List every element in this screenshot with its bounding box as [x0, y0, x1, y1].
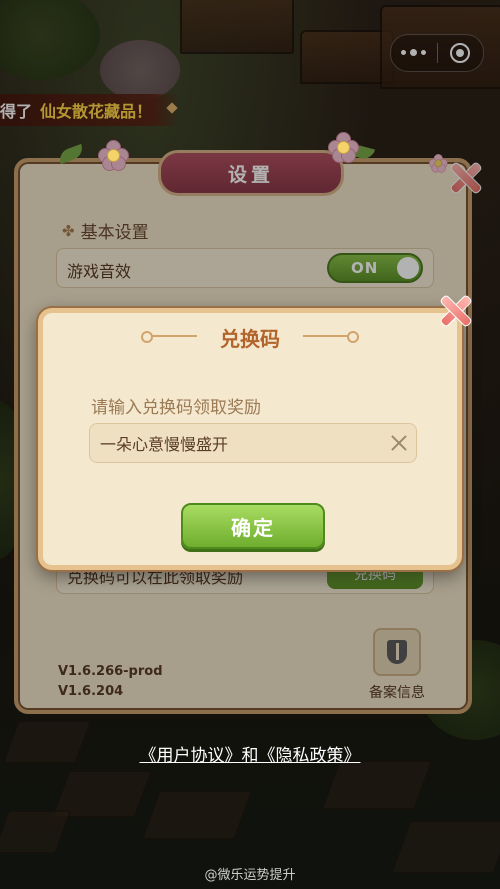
title-ornament-right [303, 331, 359, 343]
privacy-policy-link[interactable]: 《隐私政策》 [259, 746, 361, 766]
weibo-watermark: @微乐运势提升 [204, 868, 296, 883]
dialog-title: 兑换码 [220, 327, 280, 351]
confirm-button[interactable]: 确定 [181, 503, 325, 549]
clear-input-icon[interactable] [390, 434, 408, 452]
redeem-prompt: 请输入兑换码领取奖励 [91, 398, 261, 418]
agreement-links: 《用户协议》和《隐私政策》 [0, 741, 500, 766]
agreement-and-text: 和 [241, 746, 259, 766]
dialog-close-icon[interactable] [438, 293, 472, 327]
redeem-code-input[interactable] [100, 424, 370, 462]
user-agreement-link[interactable]: 《用户协议》 [140, 746, 242, 766]
redeem-dialog: 兑换码 请输入兑换码领取奖励 确定 [38, 308, 462, 570]
redeem-code-field [89, 423, 417, 463]
